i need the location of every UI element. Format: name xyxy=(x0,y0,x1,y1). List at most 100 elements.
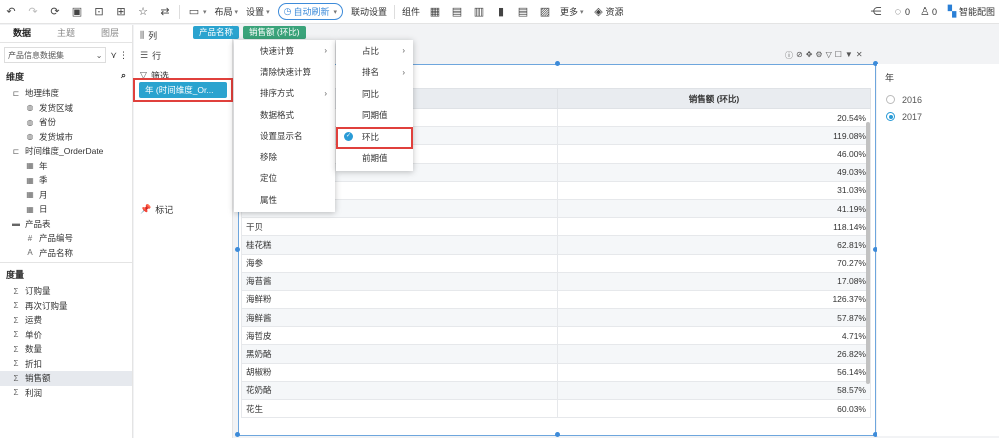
search-icon[interactable]: ⌕ xyxy=(121,70,126,83)
image-component-button[interactable]: ▨ xyxy=(534,0,556,24)
table-row[interactable]: 干贝 118.14% xyxy=(241,217,871,237)
save-button[interactable]: ▣ xyxy=(66,0,88,24)
crosstab-component-button[interactable]: ▤ xyxy=(446,0,468,24)
dimension-item[interactable]: ◍ 省份 xyxy=(0,115,132,130)
measure-item[interactable]: Σ 单价 xyxy=(0,328,132,343)
resize-handle[interactable] xyxy=(235,432,240,437)
dataset-select[interactable]: 产品信息数据集 ⌄ xyxy=(4,47,107,63)
table-row[interactable]: 海参 70.27% xyxy=(241,253,871,273)
menu-item[interactable]: 占比 › xyxy=(336,40,413,62)
auto-refresh-button[interactable]: ◷ 自动刷新 ▾ xyxy=(274,0,347,24)
share-button[interactable]: ⊞ xyxy=(110,0,132,24)
menu-item[interactable]: 排名 › xyxy=(336,62,413,84)
tab-data[interactable]: 数据 xyxy=(0,25,44,42)
refresh-button[interactable]: ⟳ xyxy=(44,0,66,24)
menu-item[interactable]: 属性 xyxy=(234,189,335,210)
dimension-list: ⊏ 地理纬度 ◍ 发货区域 ◍ 省份 ◍ 发货城市 ⊏ 时间维度_OrderDate ▦ 年 ▦ 季 ▦ 月 ▦… xyxy=(0,86,132,260)
info-icon[interactable]: ⓘ xyxy=(785,50,793,61)
menu-item[interactable]: 快速计算 › xyxy=(234,40,335,61)
dimension-item[interactable]: ⊏ 地理纬度 xyxy=(0,86,132,101)
more-icon[interactable]: ⋮ xyxy=(119,50,128,61)
table-row[interactable]: 海鲜酱 57.87% xyxy=(241,308,871,328)
dimension-item[interactable]: ◍ 发货城市 xyxy=(0,130,132,145)
dropdown-icon[interactable]: ▼ xyxy=(845,50,853,61)
table-row[interactable]: 花生 60.03% xyxy=(241,398,871,419)
measure-item[interactable]: Σ 数量 xyxy=(0,342,132,357)
comments-button[interactable]: ◌ 0 xyxy=(887,0,914,24)
preview-button[interactable]: ⊡ xyxy=(88,0,110,24)
menu-item[interactable]: 前期值 xyxy=(336,148,413,170)
share-network-button[interactable]: ⋲ xyxy=(865,0,887,24)
smart-chart-button[interactable]: ▚ 智能配图 xyxy=(941,0,999,24)
dimension-item[interactable]: # 产品编号 xyxy=(0,231,132,246)
resize-handle[interactable] xyxy=(555,61,560,66)
measure-item[interactable]: Σ 运费 xyxy=(0,313,132,328)
legend-option-label: 2016 xyxy=(902,94,923,105)
menu-item[interactable]: 移除 xyxy=(234,146,335,167)
marks-shelf[interactable]: 📌 标记 xyxy=(134,199,173,219)
table-component-button[interactable]: ▦ xyxy=(424,0,446,24)
filter-icon[interactable]: ⋎ xyxy=(110,50,117,61)
table-row[interactable]: 海鲜粉 126.37% xyxy=(241,289,871,310)
resources-button[interactable]: ◈ 资源 xyxy=(588,0,628,24)
pivot-component-button[interactable]: ▥ xyxy=(468,0,490,24)
tab-layers[interactable]: 图层 xyxy=(88,25,132,42)
menu-item[interactable]: 排序方式 › xyxy=(234,83,335,104)
filter-icon[interactable]: ▽ xyxy=(826,50,832,61)
table-row[interactable]: 41.19% xyxy=(241,198,871,219)
measure-item[interactable]: Σ 利润 xyxy=(0,386,132,401)
column-header-sales-mom[interactable]: 销售额 (环比) xyxy=(557,88,871,109)
tab-theme[interactable]: 主题 xyxy=(44,25,88,42)
table-row[interactable]: 海苔酱 17.08% xyxy=(241,271,871,291)
measure-item[interactable]: Σ 再次订购量 xyxy=(0,299,132,314)
menu-item[interactable]: 同比 xyxy=(336,83,413,105)
table-row[interactable]: 海哲皮 4.71% xyxy=(241,326,871,346)
favorite-button[interactable]: ☆ xyxy=(132,0,154,24)
table-row[interactable]: 胡椒粉 56.14% xyxy=(241,362,871,382)
like-button[interactable]: ♙ 0 xyxy=(914,0,941,24)
table-row[interactable]: 花奶酪 58.57% xyxy=(241,380,871,401)
undo-button[interactable]: ↶ xyxy=(0,0,22,24)
link-icon[interactable]: ⊘ xyxy=(796,50,803,61)
menu-item[interactable]: 设置显示名 xyxy=(234,125,335,146)
sync-button[interactable]: ⇄ xyxy=(154,0,176,24)
legend-option[interactable]: 2016 xyxy=(877,91,999,108)
more-menu[interactable]: 更多 ▾ xyxy=(556,0,588,24)
table-row[interactable]: 黑奶酪 26.82% xyxy=(241,344,871,364)
measure-item[interactable]: Σ 折扣 xyxy=(0,357,132,372)
menu-item[interactable]: 定位 xyxy=(234,168,335,189)
resize-handle[interactable] xyxy=(555,432,560,437)
menu-item[interactable]: 清除快速计算 xyxy=(234,61,335,82)
layout-menu[interactable]: 布局 ▾ xyxy=(211,0,243,24)
measure-item[interactable]: Σ 销售额 xyxy=(0,371,132,386)
settings-menu[interactable]: 设置 ▾ xyxy=(242,0,274,24)
move-icon[interactable]: ✥ xyxy=(806,50,813,61)
settings-icon[interactable]: ⚙ xyxy=(815,50,822,61)
table-row[interactable]: 桂花糕 62.81% xyxy=(241,235,871,255)
dimension-item[interactable]: ▦ 日 xyxy=(0,202,132,217)
dimension-item[interactable]: ◍ 发货区域 xyxy=(0,101,132,116)
column-pill-product-name[interactable]: 产品名称 xyxy=(193,26,240,39)
dimension-item[interactable]: ▦ 季 xyxy=(0,173,132,188)
link-settings-button[interactable]: 联动设置 xyxy=(347,0,391,24)
redo-button[interactable]: ↷ xyxy=(22,0,44,24)
rows-shelf[interactable]: ☰ 行 xyxy=(134,45,232,65)
dimension-item[interactable]: ▦ 月 xyxy=(0,188,132,203)
column-pill-sales-mom[interactable]: 销售额 (环比) xyxy=(243,26,306,39)
chart-component-button[interactable]: ▮ xyxy=(490,0,512,24)
measure-item[interactable]: Σ 订购量 xyxy=(0,284,132,299)
table-scrollbar[interactable] xyxy=(866,122,870,384)
maximize-icon[interactable]: ☐ xyxy=(835,50,842,61)
legend-option[interactable]: 2017 xyxy=(877,108,999,125)
dimension-item[interactable]: ▦ 年 xyxy=(0,159,132,174)
menu-item[interactable]: 同期值 xyxy=(336,105,413,127)
resize-handle[interactable] xyxy=(235,247,240,252)
close-icon[interactable]: ✕ xyxy=(856,50,863,61)
dimension-item[interactable]: ▬ 产品表 xyxy=(0,217,132,232)
device-button[interactable]: ▭ ▾ xyxy=(183,0,211,24)
text-component-button[interactable]: ▤ xyxy=(512,0,534,24)
table-row[interactable]: 31.03% xyxy=(241,180,871,200)
dimension-item[interactable]: ⊏ 时间维度_OrderDate xyxy=(0,144,132,159)
menu-item[interactable]: 数据格式 xyxy=(234,104,335,125)
dimension-item[interactable]: A 产品名称 xyxy=(0,246,132,261)
